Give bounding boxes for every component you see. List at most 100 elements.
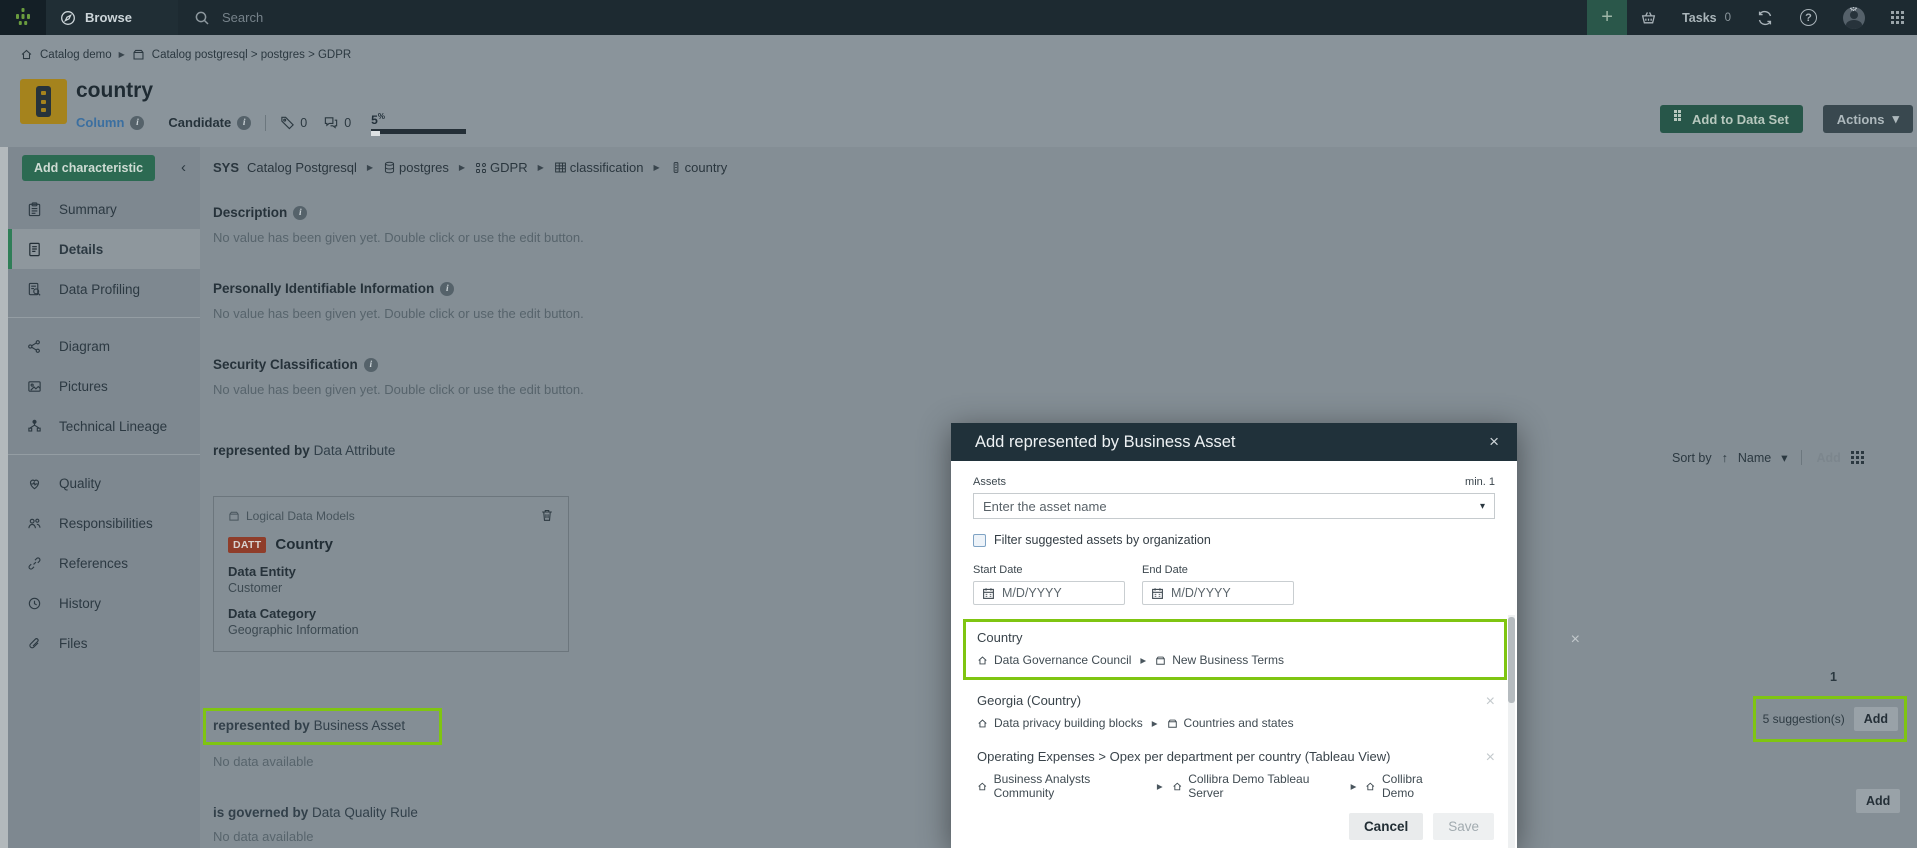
community-icon [1365, 781, 1376, 792]
suggestion-row-georgia[interactable]: Georgia (Country) Data privacy building … [973, 684, 1495, 740]
sidebar-item-responsibilities[interactable]: Responsibilities [8, 503, 200, 543]
suggestion-row-operating-expenses[interactable]: Operating Expenses > Opex per department… [973, 740, 1495, 810]
add-characteristic-button[interactable]: Add characteristic [22, 155, 155, 181]
save-button[interactable]: Save [1433, 813, 1494, 840]
sidebar-item-pictures[interactable]: Pictures [8, 366, 200, 406]
comments-button[interactable]: 0 [323, 115, 351, 130]
suggestion-name[interactable]: Operating Expenses > Opex per department… [977, 749, 1455, 764]
user-menu[interactable]: ⚙ [1830, 0, 1878, 35]
sidebar-item-data-profiling[interactable]: Data Profiling [8, 269, 200, 309]
breadcrumb-path[interactable]: Catalog postgresql > postgres > GDPR [152, 49, 351, 61]
community-icon [20, 48, 33, 61]
close-icon[interactable]: × [1489, 432, 1499, 452]
add-to-dataset-button[interactable]: Add to Data Set [1660, 105, 1803, 133]
add-business-asset-button[interactable]: Add [1854, 707, 1898, 731]
delete-icon[interactable] [540, 508, 554, 523]
sidebar-item-history[interactable]: History [8, 583, 200, 623]
search-placeholder: Search [222, 10, 263, 25]
path-segment-table[interactable]: classification [554, 160, 644, 175]
date-placeholder: M/D/YYYY [1171, 586, 1231, 600]
browse-button[interactable]: Browse [46, 0, 178, 35]
sidebar-item-technical-lineage[interactable]: Technical Lineage [8, 406, 200, 446]
start-date-input[interactable]: M/D/YYYY [973, 581, 1125, 605]
sidebar-item-files[interactable]: Files [8, 623, 200, 663]
app-logo[interactable] [0, 0, 46, 35]
suggestion-path: Data privacy building blocks ▶ Countries… [977, 716, 1455, 730]
card-domain[interactable]: Logical Data Models [228, 509, 355, 523]
remove-suggestion-icon[interactable]: × [1486, 749, 1495, 767]
sidebar-item-details[interactable]: Details [8, 229, 200, 269]
path-segment-column[interactable]: country [670, 160, 728, 175]
help-button[interactable]: ? [1787, 0, 1830, 35]
sidebar-item-label: Pictures [59, 379, 108, 394]
create-button[interactable]: + [1587, 0, 1627, 35]
modal-scrollbar-thumb[interactable] [1508, 617, 1515, 703]
asset-name-input[interactable]: Enter the asset name ▾ [973, 493, 1495, 519]
asset-path-breadcrumb: SYS Catalog Postgresql ▶ postgres ▶ GDPR… [213, 160, 1917, 175]
remove-suggestion-icon[interactable]: × [1571, 631, 1580, 649]
divider [1801, 450, 1802, 465]
suggestion-name[interactable]: Country [977, 630, 1464, 645]
breadcrumb-community[interactable]: Catalog demo [40, 49, 112, 61]
end-date-input[interactable]: M/D/YYYY [1142, 581, 1294, 605]
section-empty-text: No value has been given yet. Double clic… [213, 306, 1917, 321]
info-icon[interactable]: i [293, 206, 307, 220]
history-icon [27, 596, 42, 611]
sidebar-item-quality[interactable]: Quality [8, 463, 200, 503]
tour-highlight-suggestions: 5 suggestion(s) Add [1753, 696, 1907, 742]
section-empty-text: No value has been given yet. Double clic… [213, 230, 1917, 245]
apps-menu-button[interactable] [1878, 0, 1917, 35]
path-separator: ▶ [459, 163, 465, 172]
top-bar: Browse Search + Tasks 0 ? ⚙ [0, 0, 1917, 35]
global-search-input[interactable]: Search [178, 0, 1587, 35]
sidebar-divider [8, 317, 200, 318]
checkbox[interactable] [973, 534, 986, 547]
add-to-dataset-label: Add to Data Set [1692, 112, 1789, 127]
add-quality-rule-button[interactable]: Add [1856, 789, 1900, 813]
cancel-button[interactable]: Cancel [1349, 813, 1423, 840]
community-icon [977, 718, 988, 729]
tags-button[interactable]: 0 [280, 115, 307, 130]
collapse-sidebar-icon[interactable]: ‹ [181, 159, 186, 176]
suggestion-name[interactable]: Georgia (Country) [977, 693, 1455, 708]
info-icon[interactable]: i [440, 282, 454, 296]
path-segment-schema[interactable]: GDPR [475, 160, 528, 175]
path-segment-database[interactable]: postgres [383, 160, 449, 175]
sort-field-select[interactable]: Name [1738, 451, 1771, 465]
sidebar-item-diagram[interactable]: Diagram [8, 326, 200, 366]
data-attribute-card[interactable]: Logical Data Models DATT Country Data En… [213, 496, 569, 652]
page-header: Catalog demo ▶ Catalog postgresql > post… [0, 35, 1917, 147]
diagram-icon [27, 339, 42, 354]
path-segment-system[interactable]: Catalog Postgresql [247, 160, 357, 175]
asset-type-link[interactable]: Column [76, 115, 124, 130]
asset-status[interactable]: Candidate [168, 115, 231, 130]
view-grid-icon[interactable] [1851, 451, 1854, 454]
caret-down-icon[interactable]: ▾ [1781, 450, 1787, 465]
info-icon[interactable]: i [364, 358, 378, 372]
dropdown-caret-icon[interactable]: ▾ [1480, 501, 1485, 512]
actions-button[interactable]: Actions ▾ [1823, 105, 1913, 133]
calendar-icon [982, 587, 995, 600]
remove-suggestion-icon[interactable]: × [1486, 693, 1495, 711]
tasks-button[interactable]: Tasks 0 [1670, 0, 1743, 35]
basket-button[interactable] [1627, 0, 1670, 35]
card-asset-link[interactable]: Country [275, 536, 333, 553]
sidebar-item-label: Diagram [59, 339, 110, 354]
section-title-security-classification: Security Classificationi [213, 357, 1917, 372]
relation-heading-business-asset: represented by Business Asset [213, 718, 405, 733]
filter-by-organization-checkbox[interactable]: Filter suggested assets by organization [973, 533, 1495, 547]
dataset-grid-icon [1674, 110, 1677, 113]
modal-header: Add represented by Business Asset × [951, 423, 1517, 461]
info-icon[interactable]: i [130, 116, 144, 130]
sidebar-item-references[interactable]: References [8, 543, 200, 583]
info-icon[interactable]: i [237, 116, 251, 130]
path-separator: ▶ [538, 163, 544, 172]
add-data-attribute-button[interactable]: Add [1816, 451, 1840, 465]
sidebar-item-summary[interactable]: Summary [8, 189, 200, 229]
sort-direction-icon[interactable]: ↑ [1722, 451, 1728, 465]
checkbox-label: Filter suggested assets by organization [994, 533, 1211, 547]
paperclip-icon [27, 636, 42, 651]
sidebar-divider [8, 454, 200, 455]
sync-button[interactable] [1743, 0, 1787, 35]
suggestion-row-country[interactable]: Country Data Governance Council ▶ New Bu… [963, 619, 1507, 680]
